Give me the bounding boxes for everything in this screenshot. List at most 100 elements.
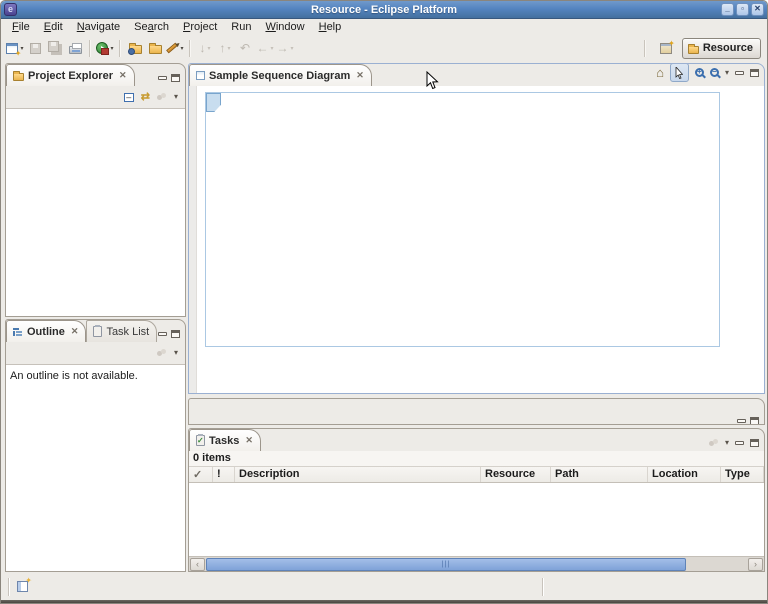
title-bar: e Resource - Eclipse Platform _ ▫ ✕ [1, 1, 767, 19]
diagram-editor-icon [196, 71, 205, 80]
zoom-out-icon[interactable]: − [710, 68, 719, 77]
close-icon[interactable]: ✕ [119, 70, 127, 81]
save-all-icon [48, 41, 59, 52]
perspective-label: Resource [703, 42, 753, 54]
previous-annotation-button: ↑▾ [215, 37, 235, 59]
minimize-view-icon[interactable] [737, 419, 746, 423]
new-wizard-icon [6, 43, 18, 54]
folder-open-button[interactable] [145, 37, 165, 59]
column-type[interactable]: Type [721, 467, 764, 482]
close-icon[interactable]: ✕ [356, 70, 364, 81]
minimize-button[interactable]: _ [721, 3, 734, 16]
view-menu-icon[interactable]: ▾ [725, 439, 729, 447]
select-arrow-icon [675, 67, 683, 79]
new-wizard-button[interactable]: ▾ [5, 37, 25, 59]
outline-content: An outline is not available. [6, 364, 185, 571]
open-perspective-button[interactable] [656, 37, 676, 59]
minimize-view-icon[interactable] [158, 76, 167, 80]
print-button[interactable] [65, 37, 85, 59]
collapse-all-icon[interactable]: – [124, 93, 134, 102]
minimize-view-icon[interactable] [735, 441, 744, 445]
tab-outline[interactable]: Outline ✕ [6, 320, 86, 342]
column-description[interactable]: Description [235, 467, 481, 482]
outline-view: Outline ✕ Task List ▾ An outline is not … [5, 319, 186, 572]
window-title: Resource - Eclipse Platform [1, 4, 767, 16]
outline-icon [13, 327, 23, 337]
maximize-view-icon[interactable] [750, 69, 759, 77]
scroll-right-button[interactable]: › [748, 558, 763, 571]
tab-editor-sample-sequence-diagram[interactable]: Sample Sequence Diagram ✕ [189, 64, 372, 86]
open-perspective-icon [660, 43, 672, 54]
close-icon[interactable]: ✕ [245, 435, 253, 446]
window-bottom-edge [1, 600, 767, 603]
menu-project[interactable]: Project [176, 21, 224, 33]
fast-view-icon[interactable] [17, 581, 28, 592]
folder-badge-button[interactable] [125, 37, 145, 59]
empty-view-stack [188, 398, 765, 425]
maximize-view-icon[interactable] [171, 330, 180, 338]
folder-badge-icon [129, 45, 142, 54]
save-icon [30, 43, 41, 54]
zoom-in-icon[interactable]: + [695, 68, 704, 77]
perspective-resource-button[interactable]: Resource [682, 38, 761, 59]
tab-task-list[interactable]: Task List [86, 320, 157, 342]
last-edit-location-icon: ↶ [240, 41, 250, 55]
toolbar-separator [189, 40, 191, 57]
view-menu-icon[interactable]: ▾ [725, 69, 729, 77]
column-location[interactable]: Location [648, 467, 721, 482]
tasks-count: 0 items [189, 451, 764, 466]
column-completed[interactable]: ✓ [189, 467, 213, 482]
tasks-icon [196, 435, 205, 446]
tasks-table-body[interactable] [189, 483, 764, 556]
maximize-button[interactable]: ▫ [736, 3, 749, 16]
frame-label-pentagon[interactable] [206, 93, 221, 112]
maximize-view-icon[interactable] [750, 439, 759, 447]
main-toolbar: ▾ ▾ ▾ ↓▾ ↑▾ ↶ ←▾ →▾ Resource [1, 34, 767, 62]
save-all-button [45, 37, 65, 59]
minimize-view-icon[interactable] [735, 71, 744, 75]
focus-disabled-icon [157, 349, 167, 357]
highlighter-button[interactable]: ▾ [165, 37, 185, 59]
scrollbar-thumb[interactable]: ||| [206, 558, 686, 571]
menu-search[interactable]: Search [127, 21, 176, 33]
diagram-canvas[interactable] [189, 86, 764, 393]
select-tool-button[interactable] [670, 63, 689, 82]
menu-file[interactable]: File [5, 21, 37, 33]
tasks-view: Tasks ✕ ▾ 0 items ✓ ! Description Resour… [188, 428, 765, 572]
status-bar [5, 576, 763, 600]
menu-window[interactable]: Window [258, 21, 311, 33]
filter-disabled-icon [709, 439, 719, 447]
view-menu-icon[interactable]: ▾ [174, 349, 178, 357]
next-annotation-button: ↓▾ [195, 37, 215, 59]
menu-help[interactable]: Help [312, 21, 349, 33]
focus-disabled-icon [157, 93, 167, 101]
menu-run[interactable]: Run [224, 21, 258, 33]
toolbar-separator [119, 40, 121, 57]
maximize-view-icon[interactable] [171, 74, 180, 82]
tab-project-explorer[interactable]: Project Explorer ✕ [6, 64, 135, 86]
previous-annotation-icon: ↑ [219, 41, 225, 55]
forward-button: →▾ [275, 37, 295, 59]
scroll-left-button[interactable]: ‹ [190, 558, 205, 571]
link-with-editor-icon[interactable]: ⇄ [141, 92, 150, 103]
status-separator [8, 578, 10, 596]
last-edit-location-button: ↶ [235, 37, 255, 59]
home-icon[interactable]: ⌂ [656, 66, 664, 79]
menu-navigate[interactable]: Navigate [70, 21, 127, 33]
maximize-view-icon[interactable] [750, 417, 759, 425]
close-icon[interactable]: ✕ [71, 326, 79, 337]
column-resource[interactable]: Resource [481, 467, 551, 482]
minimize-view-icon[interactable] [158, 332, 167, 336]
toolbar-separator [644, 40, 646, 57]
back-icon: ← [256, 41, 268, 55]
task-list-icon [93, 326, 102, 337]
menu-edit[interactable]: Edit [37, 21, 70, 33]
column-priority[interactable]: ! [213, 467, 235, 482]
close-button[interactable]: ✕ [751, 3, 764, 16]
column-path[interactable]: Path [551, 467, 648, 482]
external-tools-button[interactable]: ▾ [95, 37, 115, 59]
view-menu-icon[interactable]: ▾ [174, 93, 178, 101]
sequence-diagram-frame[interactable] [205, 92, 720, 347]
project-explorer-tree[interactable] [6, 108, 185, 316]
tab-tasks[interactable]: Tasks ✕ [189, 429, 261, 451]
